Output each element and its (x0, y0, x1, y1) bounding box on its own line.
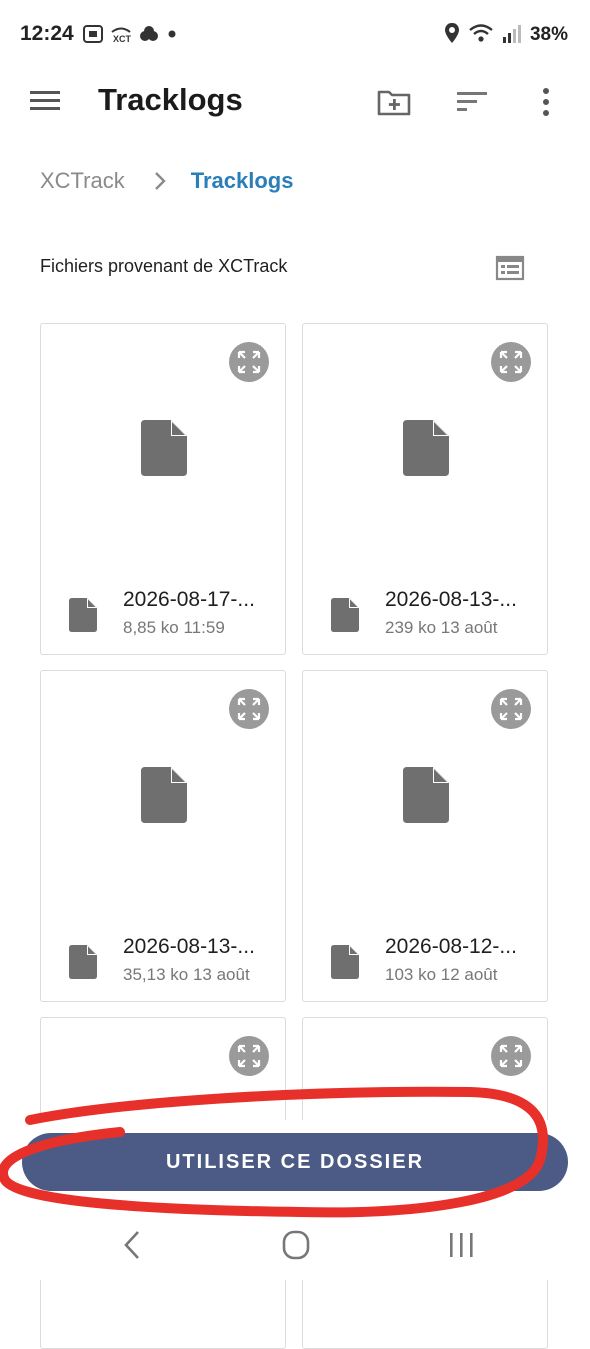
home-icon[interactable] (276, 1228, 316, 1262)
file-card[interactable]: 2026-08-17-... 8,85 ko 11:59 (40, 323, 286, 655)
file-preview-icon (403, 420, 449, 476)
status-icons-left: XCT (82, 24, 178, 48)
breadcrumb: XCTrack Tracklogs (40, 164, 293, 198)
file-name: 2026-08-17-... (123, 588, 255, 611)
file-name: 2026-08-13-... (123, 935, 255, 958)
file-meta: 8,85 ko 11:59 (123, 618, 225, 637)
file-name: 2026-08-13-... (385, 588, 517, 611)
signal-icon (502, 22, 522, 49)
status-bar: 12:24 XCT 38% (0, 0, 590, 70)
file-card[interactable]: 2026-08-13-... 35,13 ko 13 août (40, 670, 286, 1002)
file-icon (331, 945, 359, 979)
file-icon (69, 598, 97, 632)
file-preview-icon (403, 767, 449, 823)
breadcrumb-root[interactable]: XCTrack (40, 168, 125, 194)
new-folder-icon[interactable] (374, 82, 414, 122)
file-meta: 103 ko 12 août (385, 965, 498, 984)
file-meta: 239 ko 13 août (385, 618, 498, 637)
battery-level: 38% (529, 24, 568, 45)
expand-icon[interactable] (229, 342, 269, 382)
recents-icon[interactable] (442, 1228, 482, 1262)
navigation-bar (0, 1210, 590, 1280)
file-icon (331, 598, 359, 632)
file-card[interactable]: 2026-08-12-... 103 ko 12 août (302, 670, 548, 1002)
expand-icon[interactable] (491, 1036, 531, 1076)
file-icon (69, 945, 97, 979)
page-title: Tracklogs (98, 82, 243, 117)
chevron-right-icon (153, 170, 167, 192)
file-preview-icon (141, 767, 187, 823)
expand-icon[interactable] (491, 342, 531, 382)
use-folder-button[interactable]: UTILISER CE DOSSIER (22, 1133, 568, 1191)
file-card-footer: 2026-08-13-... 239 ko 13 août (331, 588, 541, 638)
wifi-icon (468, 22, 494, 49)
back-icon[interactable] (114, 1228, 154, 1262)
cloud-icon (138, 24, 160, 49)
expand-icon[interactable] (229, 1036, 269, 1076)
status-icons-right: 38% (444, 22, 568, 48)
app-bar: Tracklogs (0, 70, 590, 132)
expand-icon[interactable] (229, 689, 269, 729)
breadcrumb-current[interactable]: Tracklogs (191, 168, 294, 194)
menu-icon[interactable] (28, 86, 64, 116)
expand-icon[interactable] (491, 689, 531, 729)
file-preview-icon (141, 420, 187, 476)
more-vert-icon[interactable] (526, 82, 566, 122)
location-icon (444, 22, 460, 49)
screenshot-icon (82, 24, 104, 49)
file-meta: 35,13 ko 13 août (123, 965, 250, 984)
section-title: Fichiers provenant de XCTrack (40, 256, 288, 276)
file-card-footer: 2026-08-12-... 103 ko 12 août (331, 935, 541, 985)
file-name: 2026-08-12-... (385, 935, 517, 958)
svg-text:XCT: XCT (113, 34, 132, 44)
dot-icon (166, 24, 178, 49)
sort-icon[interactable] (452, 82, 492, 122)
list-view-icon[interactable] (494, 252, 526, 284)
file-card[interactable]: 2026-08-13-... 239 ko 13 août (302, 323, 548, 655)
file-card-footer: 2026-08-17-... 8,85 ko 11:59 (69, 588, 279, 638)
xct-app-icon: XCT (110, 24, 132, 49)
status-time: 12:24 (20, 22, 74, 45)
file-card-footer: 2026-08-13-... 35,13 ko 13 août (69, 935, 279, 985)
